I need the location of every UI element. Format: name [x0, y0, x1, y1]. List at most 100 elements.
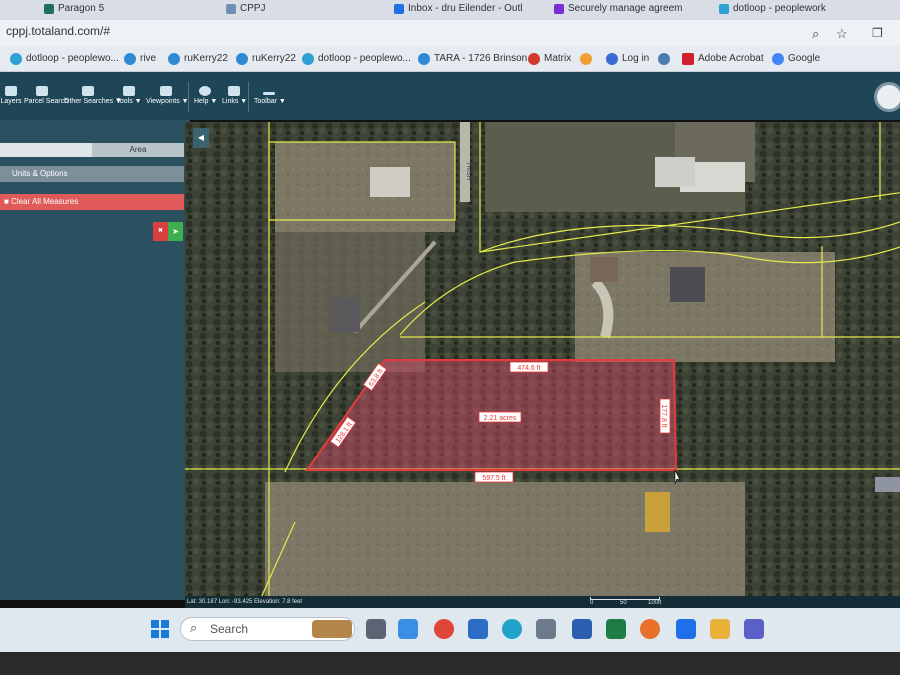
layers-icon: [5, 86, 17, 96]
map-canvas[interactable]: 474.6 ft 2.21 acres 597.5 ft 177.8 ft 63…: [185, 122, 900, 600]
bookmark-unnamed[interactable]: [580, 51, 596, 67]
bookmark-matrix[interactable]: Matrix: [528, 51, 571, 67]
tab-area[interactable]: Area: [92, 143, 184, 157]
links-button[interactable]: Links ▼: [222, 86, 247, 112]
login-icon: [606, 53, 618, 65]
tab-dotloop[interactable]: dotloop - peoplework: [715, 0, 865, 18]
tools-button[interactable]: Tools ▼: [116, 86, 142, 112]
store-icon[interactable]: [536, 619, 556, 639]
teams-icon[interactable]: [744, 619, 764, 639]
map-status-bar: Lat: 30.187 Lon: -93.425 Elevation: 7.8 …: [185, 596, 900, 608]
windows-start-icon[interactable]: [150, 619, 170, 639]
bookmark-rukerry-2[interactable]: ruKerry22: [236, 51, 296, 67]
file-explorer-icon[interactable]: [710, 619, 730, 639]
measure-panel: [0, 120, 190, 600]
clock-icon: [658, 53, 670, 65]
rive-icon: [124, 53, 136, 65]
building: [370, 167, 410, 197]
dotloop-icon: [302, 53, 314, 65]
tab-cppj[interactable]: CPPJ: [222, 0, 312, 18]
scale-bar: 0 50 100ft: [590, 597, 661, 607]
tab-outlook[interactable]: Inbox - dru Eilender - Outl: [390, 0, 540, 18]
yard-area: [275, 142, 455, 232]
matrix-icon: [528, 53, 540, 65]
toolbar-divider: [248, 82, 249, 112]
task-view-icon[interactable]: [366, 619, 386, 639]
top-length-label: 474.6 ft: [517, 365, 540, 372]
monitor-bezel: [0, 652, 900, 675]
collapse-panel-button[interactable]: ◀: [193, 128, 209, 148]
cancel-measure-button[interactable]: ✖: [153, 222, 168, 241]
field-area: [265, 482, 745, 600]
dotloop-icon: [719, 4, 729, 14]
bookmark-acrobat[interactable]: Adobe Acrobat: [682, 51, 764, 67]
outlook-icon: [394, 4, 404, 14]
building: [875, 477, 900, 492]
address-bar: [0, 20, 900, 46]
firefox-icon[interactable]: [640, 619, 660, 639]
google-icon: [772, 53, 784, 65]
area-label: 2.21 acres: [484, 415, 517, 422]
app-icon[interactable]: [468, 619, 488, 639]
units-options-button[interactable]: Units & Options: [0, 166, 184, 182]
bookmark-google[interactable]: Google: [772, 51, 820, 67]
toolbar-button[interactable]: Toolbar ▼: [254, 86, 286, 112]
layers-button[interactable]: Layers: [0, 86, 22, 112]
paragon-icon: [44, 4, 54, 14]
extensions-icon[interactable]: ❒: [872, 26, 883, 40]
send-measure-button[interactable]: ➤: [168, 222, 183, 241]
copilot-icon[interactable]: [398, 619, 418, 639]
scale-start-label: 0: [590, 600, 594, 606]
app-icon[interactable]: [572, 619, 592, 639]
bookmark-icon: [580, 53, 592, 65]
bookmark-dotloop-2[interactable]: dotloop - peoplewo...: [302, 51, 411, 67]
tab-length[interactable]: [0, 143, 92, 157]
viewpoints-button[interactable]: Viewpoints ▼: [146, 86, 189, 112]
rukerry-icon: [236, 53, 248, 65]
zoom-icon[interactable]: ⌕: [812, 26, 819, 42]
chrome-icon[interactable]: [434, 619, 454, 639]
building: [330, 297, 360, 332]
acrobat-icon: [682, 53, 694, 65]
edge-icon[interactable]: [502, 619, 522, 639]
url-field[interactable]: cppj.totaland.com/#: [6, 24, 110, 38]
tab-paragon[interactable]: Paragon 5: [40, 0, 160, 18]
building: [655, 157, 695, 187]
minus-icon: [263, 92, 275, 95]
coordinates-readout: Lat: 30.187 Lon: -93.425 Elevation: 7.8 …: [187, 599, 303, 605]
bookmark-login[interactable]: Log in: [606, 51, 649, 67]
bottom-length-label: 597.5 ft: [482, 475, 505, 482]
parcel-search-icon: [36, 86, 48, 96]
agreement-icon: [554, 4, 564, 14]
road-label: TRISH: [465, 162, 471, 180]
parish-seal-logo: [874, 82, 900, 112]
clear-all-measures-button[interactable]: ■ Clear All Measures: [0, 194, 184, 210]
building: [590, 257, 618, 282]
search-icon: ⌕: [190, 620, 198, 635]
tools-icon: [123, 86, 135, 96]
links-icon: [228, 86, 240, 96]
rukerry-icon: [168, 53, 180, 65]
cppj-icon: [226, 4, 236, 14]
bookmark-rukerry[interactable]: ruKerry22: [168, 51, 228, 67]
help-icon: [199, 86, 211, 96]
building: [670, 267, 705, 302]
bookmark-rive[interactable]: rive: [124, 51, 156, 67]
bookmark-clock[interactable]: [658, 51, 674, 67]
toolbar-divider: [188, 82, 189, 112]
parcel-search-button[interactable]: Parcel Search: [24, 86, 68, 112]
bookmark-dotloop[interactable]: dotloop - peoplewo...: [10, 51, 119, 67]
search-highlight-image: [312, 620, 352, 638]
right-length-label: 177.8 ft: [660, 404, 667, 427]
star-icon[interactable]: ☆: [836, 26, 848, 42]
help-button[interactable]: Help ▼: [194, 86, 217, 112]
search-placeholder: Search: [210, 622, 249, 636]
excel-icon[interactable]: [606, 619, 626, 639]
dotloop-icon: [10, 53, 22, 65]
aerial-map[interactable]: 474.6 ft 2.21 acres 597.5 ft 177.8 ft 63…: [185, 122, 900, 600]
bookmark-tara[interactable]: TARA - 1726 Brinson: [418, 51, 527, 67]
viewpoints-icon: [160, 86, 172, 96]
outlook-icon[interactable]: [676, 619, 696, 639]
other-searches-button[interactable]: Other Searches ▼: [64, 86, 122, 112]
tab-agreements[interactable]: Securely manage agreem: [550, 0, 700, 18]
